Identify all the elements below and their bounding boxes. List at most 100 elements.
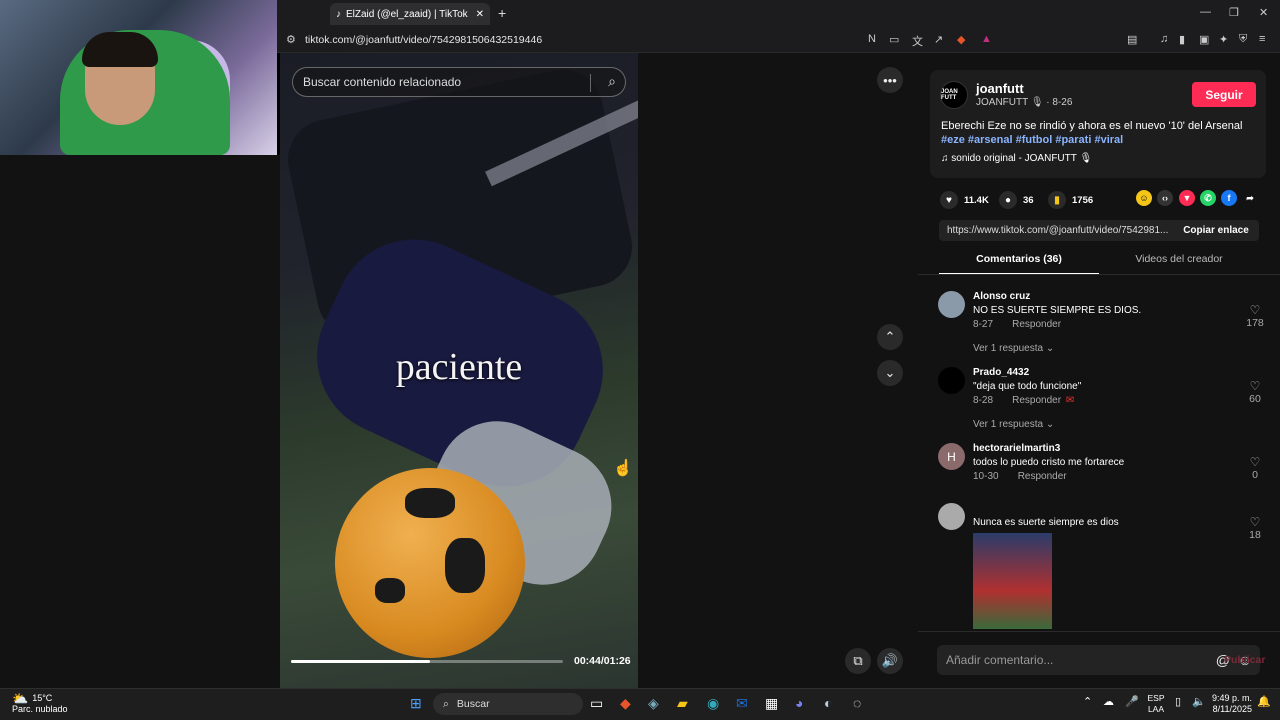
- app-icon[interactable]: ◌: [853, 695, 861, 711]
- more-options-icon[interactable]: •••: [877, 67, 903, 93]
- heart-outline-icon[interactable]: ♡: [1242, 303, 1268, 317]
- minimize-icon[interactable]: —: [1200, 6, 1211, 18]
- ai-icon[interactable]: ✦: [1219, 33, 1228, 46]
- embed-icon[interactable]: ‹›: [1157, 190, 1173, 206]
- steam-icon[interactable]: ◐: [824, 695, 832, 711]
- music-icon[interactable]: ♫: [1160, 33, 1168, 45]
- taskbar-clock[interactable]: 9:49 p. m. 8/11/2025: [1210, 693, 1252, 715]
- copilot-icon[interactable]: ◈: [648, 695, 659, 712]
- comment-image[interactable]: [973, 533, 1052, 629]
- send-icon[interactable]: ▼: [1179, 190, 1195, 206]
- comment-icon[interactable]: ●: [999, 191, 1017, 209]
- browser-tab[interactable]: ♪ ElZaid (@el_zaaid) | TikTok ✕: [330, 3, 490, 25]
- tray-expand-icon[interactable]: ⌃: [1083, 695, 1092, 708]
- language-indicator[interactable]: ESP LAA: [1146, 693, 1166, 715]
- outlook-icon[interactable]: ✉: [736, 695, 748, 712]
- copy-link-button[interactable]: Copiar enlace: [1173, 225, 1259, 236]
- comment-like[interactable]: ♡ 18: [1242, 515, 1268, 541]
- view-replies[interactable]: Ver 1 respuesta ⌄: [973, 419, 1054, 430]
- comment-like[interactable]: ♡ 60: [1242, 379, 1268, 405]
- network-icon[interactable]: ▯: [1175, 695, 1181, 708]
- follow-button[interactable]: Seguir: [1192, 82, 1256, 107]
- creator-username[interactable]: joanfutt: [976, 81, 1024, 96]
- commenter-name[interactable]: Alonso cruz: [973, 291, 1030, 302]
- task-view-icon[interactable]: ▭: [590, 695, 603, 712]
- weather-desc: Parc. nublado: [12, 704, 68, 714]
- publish-button[interactable]: Publicar: [1224, 654, 1265, 666]
- commenter-name[interactable]: hectorarielmartin3: [973, 443, 1060, 454]
- reply-button[interactable]: Responder: [1012, 395, 1061, 406]
- comment-meta: 8-28 Responder ✉: [973, 395, 1074, 406]
- translate-icon[interactable]: 文: [912, 33, 923, 49]
- brave-taskbar-icon[interactable]: ◆: [620, 695, 631, 712]
- start-icon[interactable]: ⊞: [410, 695, 422, 712]
- taskbar-search[interactable]: ⌕ Buscar: [433, 693, 583, 715]
- file-explorer-icon[interactable]: ▰: [677, 695, 688, 712]
- creator-avatar[interactable]: JOAN FUTT: [940, 81, 968, 109]
- heart-icon[interactable]: ♥: [940, 191, 958, 209]
- tab-creator-videos[interactable]: Videos del creador: [1099, 253, 1259, 275]
- hashtags[interactable]: #eze #arsenal #futbol #parati #viral: [941, 134, 1123, 146]
- reader-icon[interactable]: ▤: [1127, 33, 1137, 46]
- share-arrow-icon[interactable]: ➦: [1242, 190, 1258, 206]
- heart-outline-icon[interactable]: ♡: [1242, 455, 1268, 469]
- weather-widget[interactable]: ⛅ 15°C Parc. nublado: [12, 691, 68, 715]
- commenter-avatar[interactable]: [938, 291, 965, 318]
- comment-like[interactable]: ♡ 178: [1242, 303, 1268, 329]
- commenter-avatar[interactable]: H: [938, 443, 965, 470]
- floating-player-icon[interactable]: ⧉: [845, 648, 871, 674]
- weather-icon: ⛅: [12, 691, 29, 706]
- search-icon[interactable]: ⌕: [608, 73, 616, 90]
- comment-input-divider: [918, 631, 1280, 632]
- cast-icon[interactable]: ▭: [889, 33, 899, 46]
- translate-off-icon[interactable]: N: [868, 33, 876, 45]
- facebook-icon[interactable]: f: [1221, 190, 1237, 206]
- edge-icon[interactable]: ◉: [707, 695, 719, 712]
- site-settings-icon[interactable]: ⚙: [286, 33, 296, 46]
- microphone-icon[interactable]: 🎤: [1125, 695, 1139, 708]
- video-player[interactable]: paciente Buscar contenido relacionado ⌕ …: [280, 53, 638, 688]
- window-close-icon[interactable]: ✕: [1259, 6, 1268, 19]
- video-progress-bar[interactable]: [291, 660, 563, 663]
- bookmark-icon[interactable]: ▮: [1048, 191, 1066, 209]
- friends-share-icon[interactable]: ☺: [1136, 190, 1152, 206]
- whatsapp-icon[interactable]: ✆: [1200, 190, 1216, 206]
- commenter-avatar[interactable]: [938, 503, 965, 530]
- new-tab-button[interactable]: +: [498, 5, 506, 21]
- tab-close-icon[interactable]: ✕: [476, 9, 484, 20]
- heart-outline-icon[interactable]: ♡: [1242, 515, 1268, 529]
- comment-like[interactable]: ♡ 0: [1242, 455, 1268, 481]
- commenter-avatar[interactable]: [938, 367, 965, 394]
- next-video-icon[interactable]: ⌄: [877, 360, 903, 386]
- like-stat[interactable]: ♥ 11.4K: [940, 191, 989, 209]
- share-page-icon[interactable]: ↗: [934, 33, 943, 46]
- reply-button[interactable]: Responder: [1018, 471, 1067, 482]
- reply-button[interactable]: Responder: [1012, 319, 1061, 330]
- brave-shield-icon[interactable]: ◆: [957, 33, 965, 46]
- video-link[interactable]: https://www.tiktok.com/@joanfutt/video/7…: [939, 225, 1173, 236]
- comment-input[interactable]: Añadir comentario... @ ☺: [937, 645, 1260, 675]
- restore-icon[interactable]: ❐: [1229, 6, 1239, 19]
- rewards-icon[interactable]: ▲: [981, 33, 992, 45]
- wallet-icon[interactable]: ▣: [1199, 33, 1209, 46]
- menu-icon[interactable]: ≡: [1259, 33, 1265, 45]
- view-replies[interactable]: Ver 1 respuesta ⌄: [973, 343, 1054, 354]
- speaker-icon[interactable]: 🔈: [1192, 695, 1206, 708]
- related-search-input[interactable]: Buscar contenido relacionado ⌕: [292, 67, 626, 97]
- save-stat[interactable]: ▮ 1756: [1048, 191, 1093, 209]
- url-text[interactable]: tiktok.com/@joanfutt/video/7542981506432…: [305, 34, 542, 46]
- commenter-name[interactable]: Prado_4432: [973, 367, 1029, 378]
- tab-comments[interactable]: Comentarios (36): [939, 253, 1099, 275]
- music-info[interactable]: ♫ sonido original - JOANFUTT 🎙: [941, 153, 1092, 164]
- onedrive-icon[interactable]: ☁: [1103, 695, 1114, 708]
- sidebar-icon[interactable]: ▮: [1179, 33, 1185, 46]
- comment-stat[interactable]: ● 36: [999, 191, 1034, 209]
- vpn-icon[interactable]: ⛨: [1239, 33, 1247, 46]
- heart-outline-icon[interactable]: ♡: [1242, 379, 1268, 393]
- description-text: Eberechi Eze no se rindió y ahora es el …: [941, 120, 1243, 132]
- store-icon[interactable]: ▦: [765, 695, 778, 712]
- notifications-icon[interactable]: 🔔: [1257, 695, 1271, 708]
- volume-icon[interactable]: 🔊: [877, 648, 903, 674]
- discord-icon[interactable]: ◕: [795, 695, 803, 711]
- previous-video-icon[interactable]: ⌃: [877, 324, 903, 350]
